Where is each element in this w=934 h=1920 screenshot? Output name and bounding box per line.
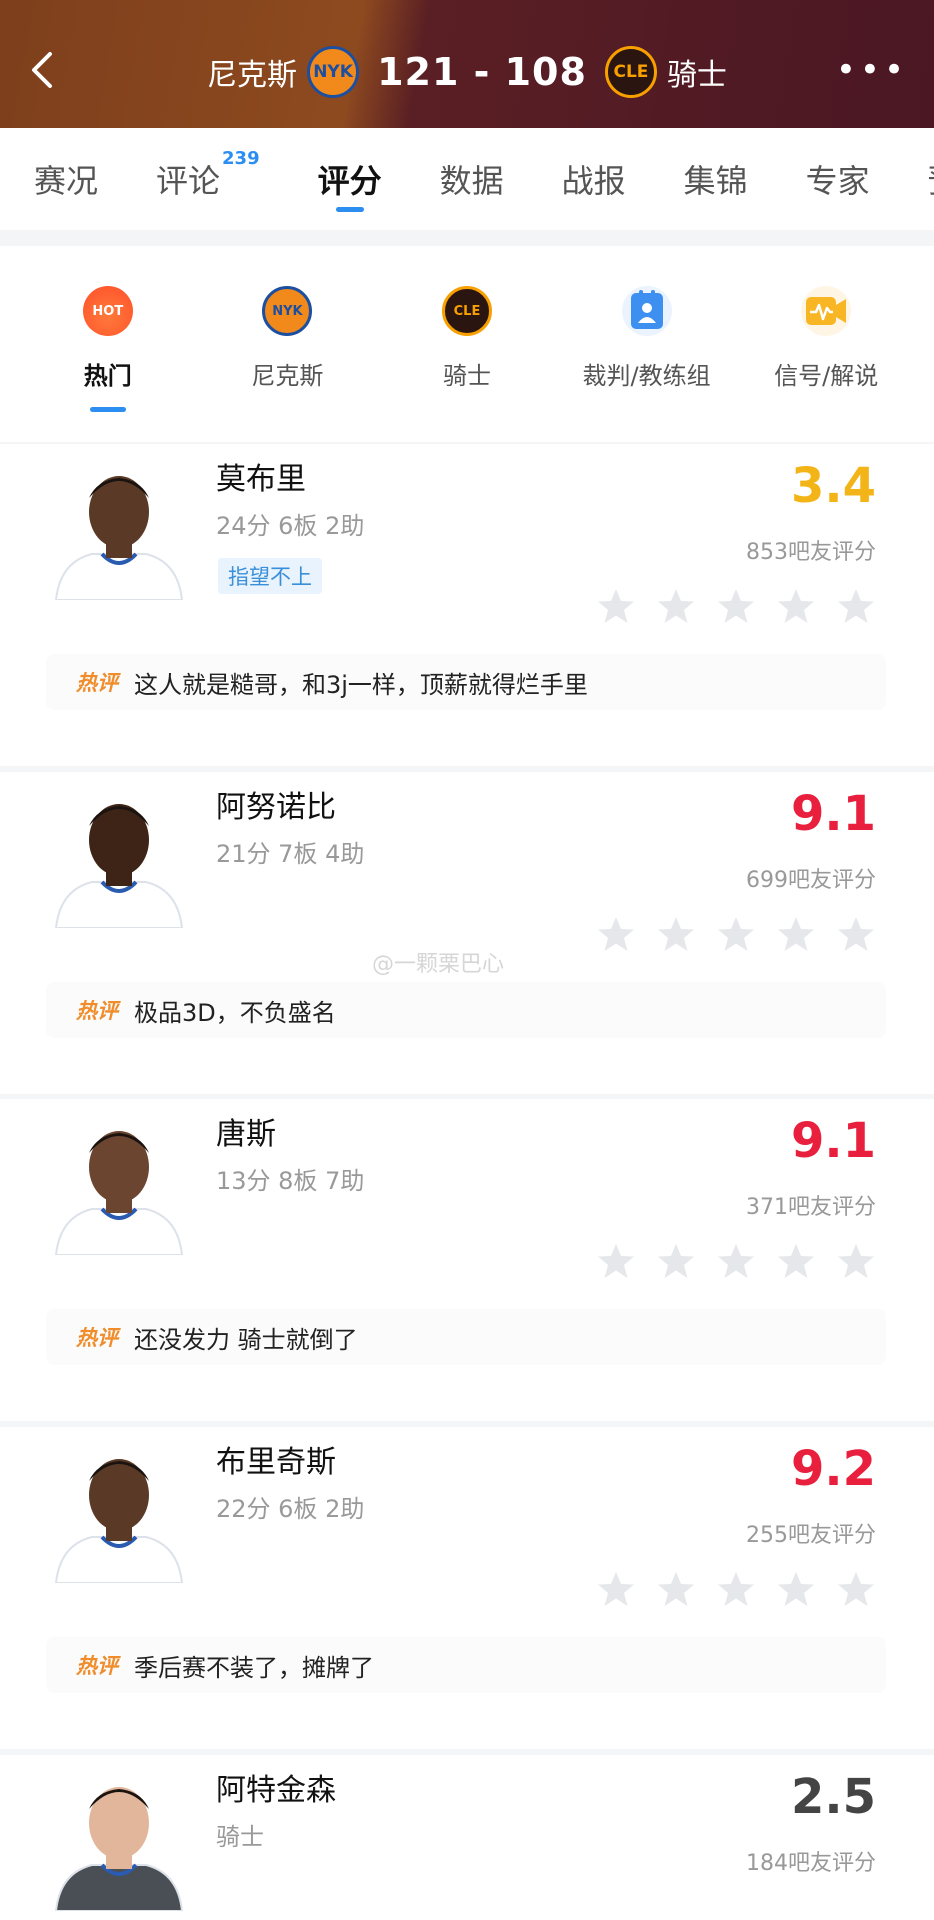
rating-count: 853吧友评分 bbox=[746, 540, 876, 565]
category-hot[interactable]: HOT 热门 bbox=[23, 246, 193, 442]
player-name: 唐斯 bbox=[216, 1117, 276, 1152]
hot-comment[interactable]: 热评 季后赛不装了，摊牌了 bbox=[46, 1637, 886, 1693]
player-rating-card[interactable]: 莫布里 24分 6板 2助 3.4 853吧友评分指望不上 热评 这人就是糙哥，… bbox=[0, 444, 934, 766]
category-broadcast[interactable]: 信号/解说 bbox=[741, 246, 911, 442]
player-rating-score: 9.1 bbox=[790, 786, 876, 842]
tab-stats[interactable]: 数据 bbox=[440, 156, 504, 202]
home-team-name: 尼克斯 bbox=[207, 58, 298, 93]
rating-star-icon[interactable] bbox=[776, 1569, 816, 1609]
rating-star-icon[interactable] bbox=[836, 914, 876, 954]
player-stats: 22分 6板 2助 bbox=[216, 1495, 365, 1523]
rating-count: 371吧友评分 bbox=[746, 1195, 876, 1220]
star-rating-input bbox=[596, 1241, 876, 1281]
rating-count: 184吧友评分 bbox=[746, 1851, 876, 1876]
player-rating-card[interactable]: 阿努诺比 21分 7板 4助 9.1 699吧友评分 热评 极品3D，不负盛名 bbox=[0, 772, 934, 1094]
comment-count-badge: 239 bbox=[222, 148, 260, 170]
watermark-text: @一颗栗巴心 bbox=[372, 952, 505, 977]
scoreboard: 尼克斯 NYK 121 - 108 CLE 骑士 bbox=[0, 44, 934, 100]
player-rating-score: 9.1 bbox=[790, 1113, 876, 1169]
player-stats: 13分 8板 7助 bbox=[216, 1167, 365, 1195]
rating-star-icon[interactable] bbox=[716, 1569, 756, 1609]
rating-star-icon[interactable] bbox=[596, 1569, 636, 1609]
hot-comment-text: 这人就是糙哥，和3j一样，顶薪就得烂手里 bbox=[134, 670, 588, 699]
tab-bar: 赛况 评论239 评分 数据 战报 集锦 专家 预 bbox=[0, 128, 934, 230]
player-stats: 21分 7板 4助 bbox=[216, 840, 365, 868]
rating-star-icon[interactable] bbox=[656, 1569, 696, 1609]
rating-star-icon[interactable] bbox=[836, 1241, 876, 1281]
rating-count: 255吧友评分 bbox=[746, 1523, 876, 1548]
rating-star-icon[interactable] bbox=[596, 1241, 636, 1281]
hot-fire-icon: HOT bbox=[82, 286, 133, 336]
rating-star-icon[interactable] bbox=[776, 914, 816, 954]
rating-star-icon[interactable] bbox=[596, 914, 636, 954]
category-referees-coaches[interactable]: 裁判/教练组 bbox=[562, 246, 732, 442]
nyk-logo-icon: NYK bbox=[262, 286, 313, 336]
player-tag-badge: 指望不上 bbox=[218, 558, 322, 594]
player-avatar bbox=[46, 1109, 192, 1255]
hot-comment-text: 季后赛不装了，摊牌了 bbox=[134, 1653, 374, 1682]
tab-preview[interactable]: 预 bbox=[928, 156, 934, 202]
tab-report[interactable]: 战报 bbox=[562, 156, 626, 202]
player-name: 阿努诺比 bbox=[216, 790, 336, 825]
cle-logo-icon: CLE bbox=[604, 46, 657, 98]
rating-star-icon[interactable] bbox=[716, 1241, 756, 1281]
cle-logo-icon: CLE bbox=[441, 286, 492, 336]
rating-star-icon[interactable] bbox=[656, 586, 696, 626]
tab-comments[interactable]: 评论239 bbox=[156, 148, 260, 202]
star-rating-input bbox=[596, 586, 876, 626]
player-avatar bbox=[46, 454, 192, 600]
more-options-icon[interactable]: ••• bbox=[836, 53, 908, 87]
rating-star-icon[interactable] bbox=[656, 914, 696, 954]
player-rating-score: 9.2 bbox=[790, 1441, 876, 1497]
player-avatar bbox=[46, 1437, 192, 1583]
video-signal-icon bbox=[801, 286, 852, 336]
hot-comment[interactable]: 热评 极品3D，不负盛名 bbox=[46, 982, 886, 1038]
rating-star-icon[interactable] bbox=[776, 586, 816, 626]
rating-star-icon[interactable] bbox=[836, 586, 876, 626]
away-team-name: 骑士 bbox=[666, 58, 727, 93]
rating-count: 699吧友评分 bbox=[746, 868, 876, 893]
player-stats: 24分 6板 2助 bbox=[216, 512, 365, 540]
hot-comment-text: 还没发力 骑士就倒了 bbox=[134, 1325, 358, 1354]
star-rating-input bbox=[596, 1569, 876, 1609]
hot-comment[interactable]: 热评 这人就是糙哥，和3j一样，顶薪就得烂手里 bbox=[46, 654, 886, 710]
player-rating-score: 2.5 bbox=[790, 1769, 876, 1825]
rating-category-bar: HOT 热门 NYK 尼克斯 CLE 骑士 裁判/教练组 信号/解说 bbox=[0, 246, 934, 442]
hot-comment-text: 极品3D，不负盛名 bbox=[134, 998, 336, 1027]
player-rating-card[interactable]: 阿特金森 骑士 2.5 184吧友评分 bbox=[0, 1755, 934, 1920]
tab-ratings[interactable]: 评分 bbox=[318, 156, 382, 212]
player-rating-score: 3.4 bbox=[790, 458, 876, 514]
player-name: 布里奇斯 bbox=[216, 1445, 336, 1480]
player-name: 莫布里 bbox=[216, 462, 306, 497]
category-knicks[interactable]: NYK 尼克斯 bbox=[202, 246, 372, 442]
hot-comment[interactable]: 热评 还没发力 骑士就倒了 bbox=[46, 1309, 886, 1365]
rating-star-icon[interactable] bbox=[716, 914, 756, 954]
rating-star-icon[interactable] bbox=[716, 586, 756, 626]
rating-star-icon[interactable] bbox=[656, 1241, 696, 1281]
hot-comment-label: 热评 bbox=[76, 999, 118, 1023]
hot-comment-label: 热评 bbox=[76, 671, 118, 695]
tab-experts[interactable]: 专家 bbox=[806, 156, 870, 202]
rating-star-icon[interactable] bbox=[596, 586, 636, 626]
tab-highlights[interactable]: 集锦 bbox=[684, 156, 748, 202]
rating-star-icon[interactable] bbox=[836, 1569, 876, 1609]
nyk-logo-icon: NYK bbox=[307, 46, 360, 98]
category-cavaliers[interactable]: CLE 骑士 bbox=[382, 246, 552, 442]
player-stats: 骑士 bbox=[216, 1823, 264, 1851]
tab-live[interactable]: 赛况 bbox=[34, 156, 98, 202]
player-avatar bbox=[46, 1765, 192, 1911]
player-name: 阿特金森 bbox=[216, 1773, 336, 1808]
game-header: 尼克斯 NYK 121 - 108 CLE 骑士 ••• bbox=[0, 0, 934, 128]
rating-star-icon[interactable] bbox=[776, 1241, 816, 1281]
player-avatar bbox=[46, 782, 192, 928]
star-rating-input bbox=[596, 914, 876, 954]
referee-badge-icon bbox=[621, 286, 672, 336]
hot-comment-label: 热评 bbox=[76, 1326, 118, 1350]
player-rating-card[interactable]: 唐斯 13分 8板 7助 9.1 371吧友评分 热评 还没发力 骑士就倒了 bbox=[0, 1099, 934, 1421]
hot-comment-label: 热评 bbox=[76, 1654, 118, 1678]
game-score: 121 - 108 bbox=[377, 50, 587, 94]
player-rating-card[interactable]: 布里奇斯 22分 6板 2助 9.2 255吧友评分 热评 季后赛不装了，摊牌了 bbox=[0, 1427, 934, 1749]
